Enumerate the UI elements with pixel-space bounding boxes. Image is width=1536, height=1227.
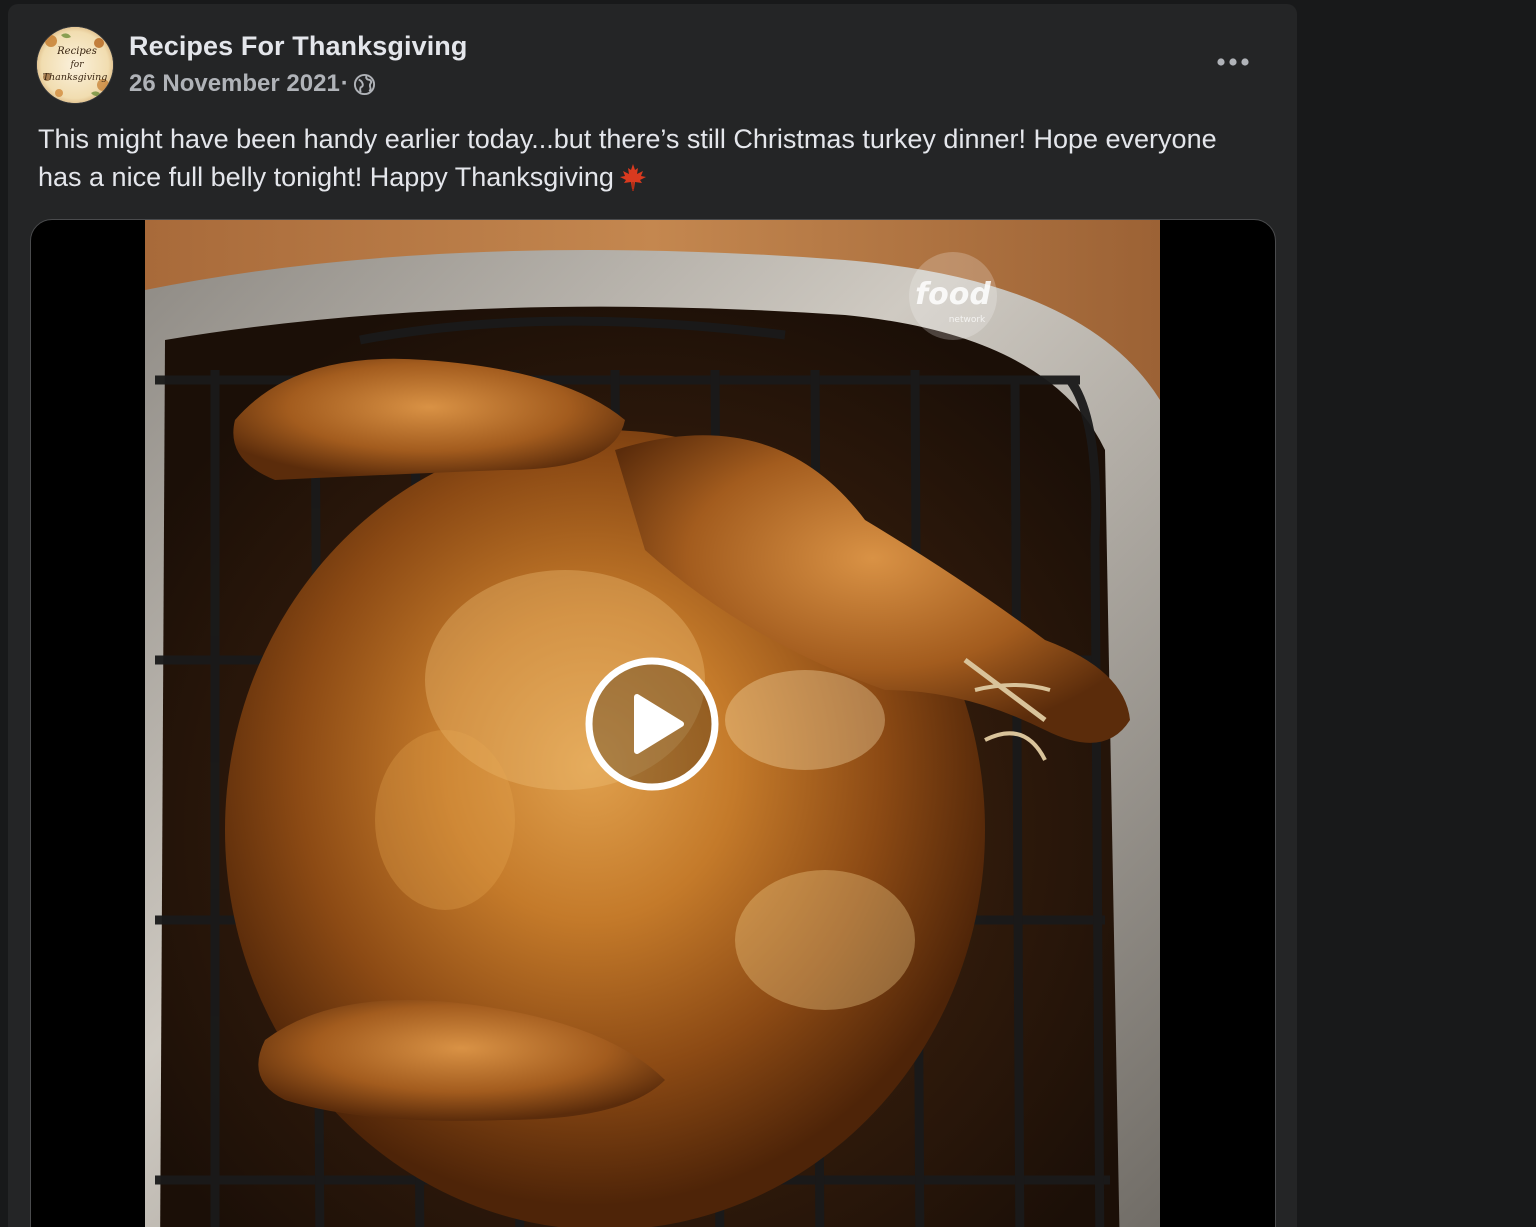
watermark-text-top: food: [915, 277, 991, 312]
video-play-button[interactable]: [585, 657, 719, 791]
avatar-text-line3: Thanksgiving: [43, 72, 108, 83]
maple-leaf-icon: [618, 162, 648, 192]
post-message: This might have been handy earlier today…: [38, 120, 1258, 196]
video-player[interactable]: food network: [30, 219, 1276, 1227]
watermark-logo: food network: [907, 250, 999, 342]
post-more-options-button[interactable]: [1208, 42, 1258, 82]
avatar-text-line2: for: [69, 60, 84, 70]
right-empty-pane: [1297, 0, 1536, 1227]
watermark-text-bottom: network: [949, 315, 986, 325]
facebook-feed-page: Recipes for Thanksgiving Recipes For Tha…: [0, 0, 1536, 1227]
avatar-text-line1: Recipes: [56, 46, 97, 57]
post-header: Recipes for Thanksgiving Recipes For Tha…: [8, 4, 1297, 114]
post-meta: 26 November 2021 ·: [129, 70, 376, 98]
more-options-icon: [1217, 58, 1249, 66]
page-avatar[interactable]: Recipes for Thanksgiving: [37, 27, 113, 103]
avatar-logo-image: Recipes for Thanksgiving: [37, 27, 113, 103]
meta-separator: ·: [340, 70, 349, 97]
play-icon: [585, 657, 719, 791]
page-name-link[interactable]: Recipes For Thanksgiving: [129, 31, 467, 62]
post-date-link[interactable]: 26 November 2021: [129, 70, 340, 98]
globe-icon[interactable]: [353, 73, 376, 96]
post-card: Recipes for Thanksgiving Recipes For Tha…: [8, 4, 1297, 1227]
